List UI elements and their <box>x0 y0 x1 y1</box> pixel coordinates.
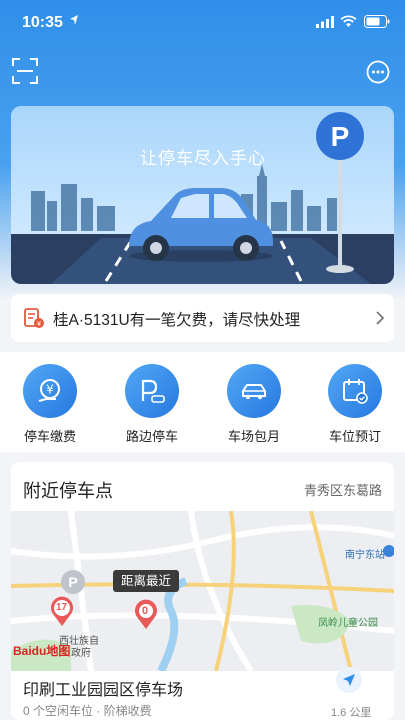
chevron-right-icon <box>376 311 385 325</box>
message-icon[interactable] <box>366 60 390 84</box>
yen-payment-icon: ¥ <box>38 379 60 402</box>
parking-illustration: P <box>11 106 394 284</box>
status-time: 10:35 <box>22 14 63 31</box>
navigation-arrow-icon <box>343 674 355 686</box>
lot-name[interactable]: 印刷工业园园区停车场 <box>23 676 183 700</box>
roadside-parking-icon <box>141 379 165 403</box>
svg-text:¥: ¥ <box>37 320 42 328</box>
svg-text:¥: ¥ <box>46 383 54 397</box>
lot-distance: 1.6 公里 <box>331 707 372 719</box>
car-icon <box>242 384 266 400</box>
battery-icon <box>364 15 390 28</box>
service-label: 停车缴费 <box>23 429 76 444</box>
parking-map[interactable]: 距离最近 0 P 17 南宁东站 凤岭儿童公园 西壮族自 政府 Baidu地图 <box>11 511 394 671</box>
calendar-check-icon <box>343 379 368 404</box>
arrears-notice[interactable]: ¥ 桂A·5131U有一笔欠费，请尽快处理 <box>11 294 394 342</box>
scan-icon[interactable] <box>12 58 38 84</box>
service-space-booking[interactable]: 车位预订 <box>315 364 395 445</box>
map-label: 南宁东站 <box>345 550 385 561</box>
cellular-signal-icon <box>316 16 334 28</box>
notice-text: 桂A·5131U有一笔欠费，请尽快处理 <box>53 312 301 329</box>
map-label: 政府 <box>71 648 91 659</box>
status-bar: 10:35 <box>0 0 405 44</box>
baidu-map-logo: Baidu地图 <box>13 644 71 658</box>
service-monthly-pass[interactable]: 车场包月 <box>214 364 294 445</box>
svg-text:P: P <box>68 574 77 590</box>
marker-count: 17 <box>56 602 68 613</box>
service-label: 车位预订 <box>328 429 381 444</box>
banner-title: 让停车尽入手心 <box>140 149 266 168</box>
promo-banner[interactable]: P 让停车尽入手心 <box>11 106 394 284</box>
wifi-icon <box>340 15 357 27</box>
nearby-area[interactable]: 青秀区东葛路 <box>304 480 382 499</box>
map-label: 凤岭儿童公园 <box>318 618 378 629</box>
service-grid: ¥ 停车缴费 路边停车 车场包月 车位预订 <box>0 352 405 452</box>
location-arrow-icon <box>70 15 78 25</box>
service-label: 车场包月 <box>227 429 280 444</box>
service-parking-payment[interactable]: ¥ 停车缴费 <box>10 364 90 445</box>
nearby-parking-card: 附近停车点 青秀区东葛路 距离最近 0 P 17 南宁东站 凤岭儿童公园 西壮族… <box>11 462 394 720</box>
parking-marker-p[interactable]: P <box>59 568 87 596</box>
lot-info: 0 个空闲车位 · 阶梯收费 <box>23 704 152 718</box>
marker-count: 0 <box>142 605 149 617</box>
service-roadside-parking[interactable]: 路边停车 <box>112 364 192 445</box>
nearest-tooltip: 距离最近 <box>113 570 180 592</box>
navigate-button[interactable] <box>336 667 362 693</box>
bill-alert-icon: ¥ <box>24 308 44 328</box>
service-label: 路边停车 <box>125 429 178 444</box>
nearby-title: 附近停车点 <box>23 481 113 501</box>
